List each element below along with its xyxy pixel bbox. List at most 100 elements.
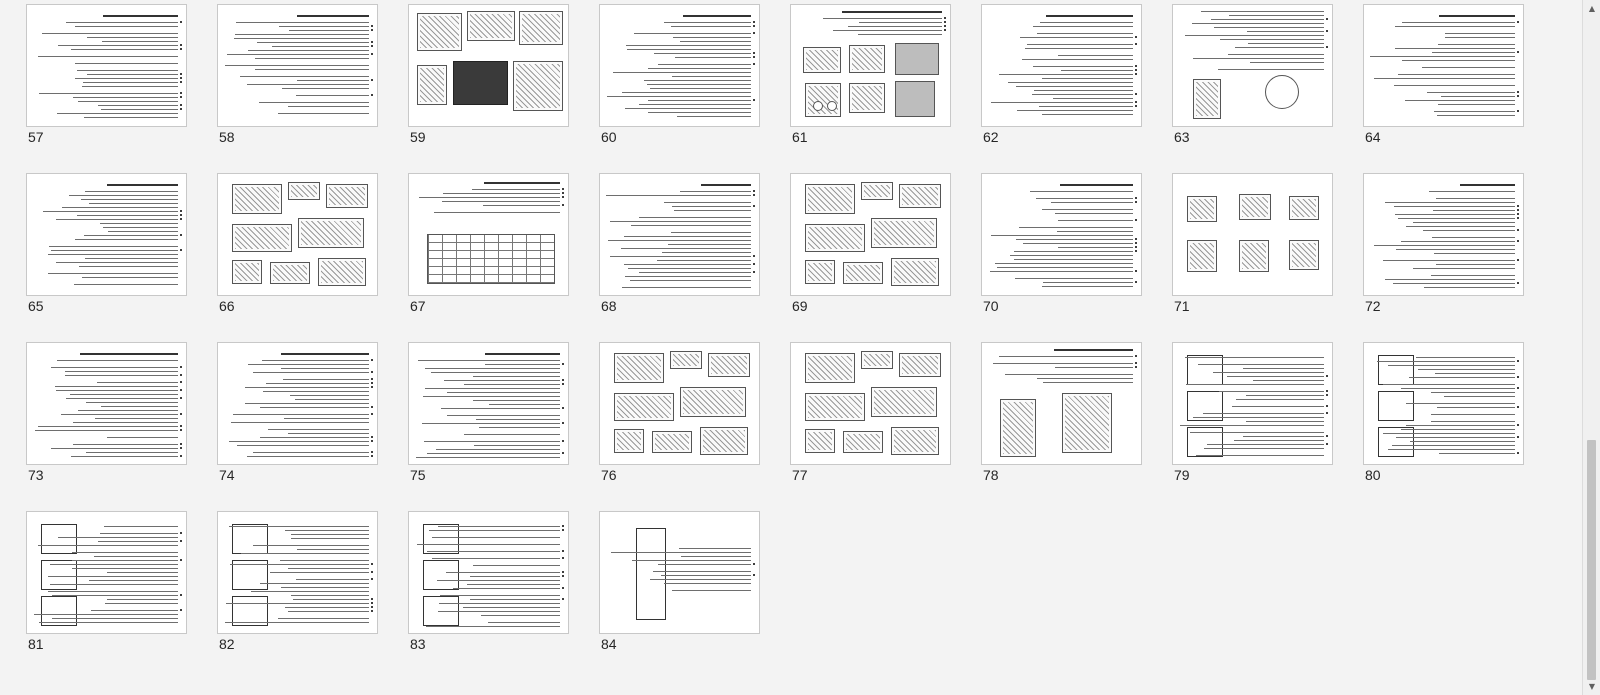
slide-text-line [469, 576, 560, 577]
bullet-icon [753, 32, 755, 34]
slide-figure [805, 393, 865, 421]
slide-text-line [1394, 206, 1515, 207]
slide-thumbnail[interactable] [1363, 4, 1524, 127]
slide-thumbnail[interactable] [1363, 342, 1524, 465]
slide-text-line [50, 250, 178, 251]
bullet-icon [1517, 436, 1519, 438]
bullet-icon [371, 578, 373, 580]
slide-thumbnail[interactable] [217, 511, 378, 634]
slide-text-line [1023, 243, 1133, 244]
slide-text-line [1406, 425, 1515, 426]
scroll-thumb[interactable] [1587, 440, 1596, 680]
bullet-icon [1135, 270, 1137, 272]
slide-text-line [1058, 247, 1133, 248]
slide-thumbnail[interactable] [599, 511, 760, 634]
slide-thumbnail[interactable] [217, 342, 378, 465]
slide-text-line [72, 422, 178, 423]
slide-text-line [1060, 70, 1133, 71]
bullet-icon [753, 205, 755, 207]
slide-thumbnail[interactable] [408, 4, 569, 127]
bullet-icon [944, 21, 946, 23]
slide-text-line [624, 108, 751, 109]
bullet-icon [180, 397, 182, 399]
slide-thumbnail[interactable] [1363, 173, 1524, 296]
slide-text-line [56, 390, 178, 391]
slide-text-line [434, 212, 560, 213]
slide-thumbnail[interactable] [26, 342, 187, 465]
slide-figure [423, 560, 459, 590]
slide-text-line [1440, 96, 1515, 97]
slide-thumbnail[interactable] [217, 173, 378, 296]
bullet-icon [1517, 110, 1519, 112]
bullet-icon [1517, 259, 1519, 261]
bullet-icon [371, 378, 373, 380]
bullet-icon [562, 188, 564, 190]
slide-text-line [98, 541, 178, 542]
slide-text-line [1227, 54, 1324, 55]
slide-text-line [833, 30, 942, 31]
slide-thumbnail[interactable] [1172, 4, 1333, 127]
slide-thumbnail[interactable] [408, 173, 569, 296]
slide-text-line [438, 603, 560, 604]
slide-thumbnail[interactable] [981, 173, 1142, 296]
slide-text-line [34, 430, 178, 431]
slide-figure [1239, 240, 1269, 272]
slide-text-line [49, 584, 178, 585]
slide-thumbnail[interactable] [790, 342, 951, 465]
slide-text-line [1220, 39, 1324, 40]
slide-text-line [72, 552, 178, 553]
slide-text-line [1412, 222, 1515, 223]
slide-text-line [106, 437, 178, 438]
bullet-icon [1517, 51, 1519, 53]
scroll-down-arrow-icon[interactable]: ▼ [1583, 678, 1600, 695]
bullet-icon [1135, 197, 1137, 199]
slide-thumbnail[interactable] [26, 4, 187, 127]
slide-figure [1289, 240, 1319, 270]
slide-thumbnail[interactable] [981, 4, 1142, 127]
slide-thumbnail[interactable] [599, 4, 760, 127]
slide-thumbnail[interactable] [1172, 342, 1333, 465]
bullet-icon [371, 371, 373, 373]
slide-text-line [473, 565, 560, 566]
bullet-icon [1326, 18, 1328, 20]
slide-thumbnail[interactable] [26, 511, 187, 634]
slide-number: 76 [601, 467, 617, 483]
slide-text-line [42, 33, 178, 34]
slide-text-line [1397, 74, 1515, 75]
bullet-icon [1517, 229, 1519, 231]
scroll-up-arrow-icon[interactable]: ▲ [1583, 0, 1600, 17]
slide-figure [1000, 399, 1036, 457]
slide-thumbnail[interactable] [1172, 173, 1333, 296]
slide-text-line [664, 202, 751, 203]
slide-thumbnail[interactable] [26, 173, 187, 296]
slide-text-line [671, 76, 751, 77]
slide-text-line [1400, 429, 1515, 430]
slide-text-line [1214, 27, 1324, 28]
slide-thumbnail[interactable] [981, 342, 1142, 465]
slide-text-line [472, 400, 560, 401]
bullet-icon [944, 29, 946, 31]
slide-thumbnail[interactable] [599, 342, 760, 465]
slide-figure [849, 45, 885, 73]
slide-thumbnail[interactable] [217, 4, 378, 127]
bullet-icon [1135, 65, 1137, 67]
slide-figure [1378, 427, 1414, 457]
slide-text-line [672, 37, 751, 38]
bullet-icon [562, 550, 564, 552]
bullet-icon [562, 571, 564, 573]
slide-title-text [103, 15, 178, 17]
bullet-icon [1135, 219, 1137, 221]
slide-thumbnail[interactable] [790, 173, 951, 296]
slide-figure [891, 258, 939, 286]
slide-text-line [481, 615, 560, 616]
bullet-icon [753, 99, 755, 101]
vertical-scrollbar[interactable]: ▲ ▼ [1582, 0, 1600, 695]
slide-thumbnail[interactable] [408, 511, 569, 634]
slide-thumbnail[interactable] [599, 173, 760, 296]
slide-text-line [262, 360, 369, 361]
slide-text-line [425, 388, 560, 389]
slide-number: 69 [792, 298, 808, 314]
bullet-icon [371, 79, 373, 81]
slide-thumbnail[interactable] [790, 4, 951, 127]
slide-thumbnail[interactable] [408, 342, 569, 465]
